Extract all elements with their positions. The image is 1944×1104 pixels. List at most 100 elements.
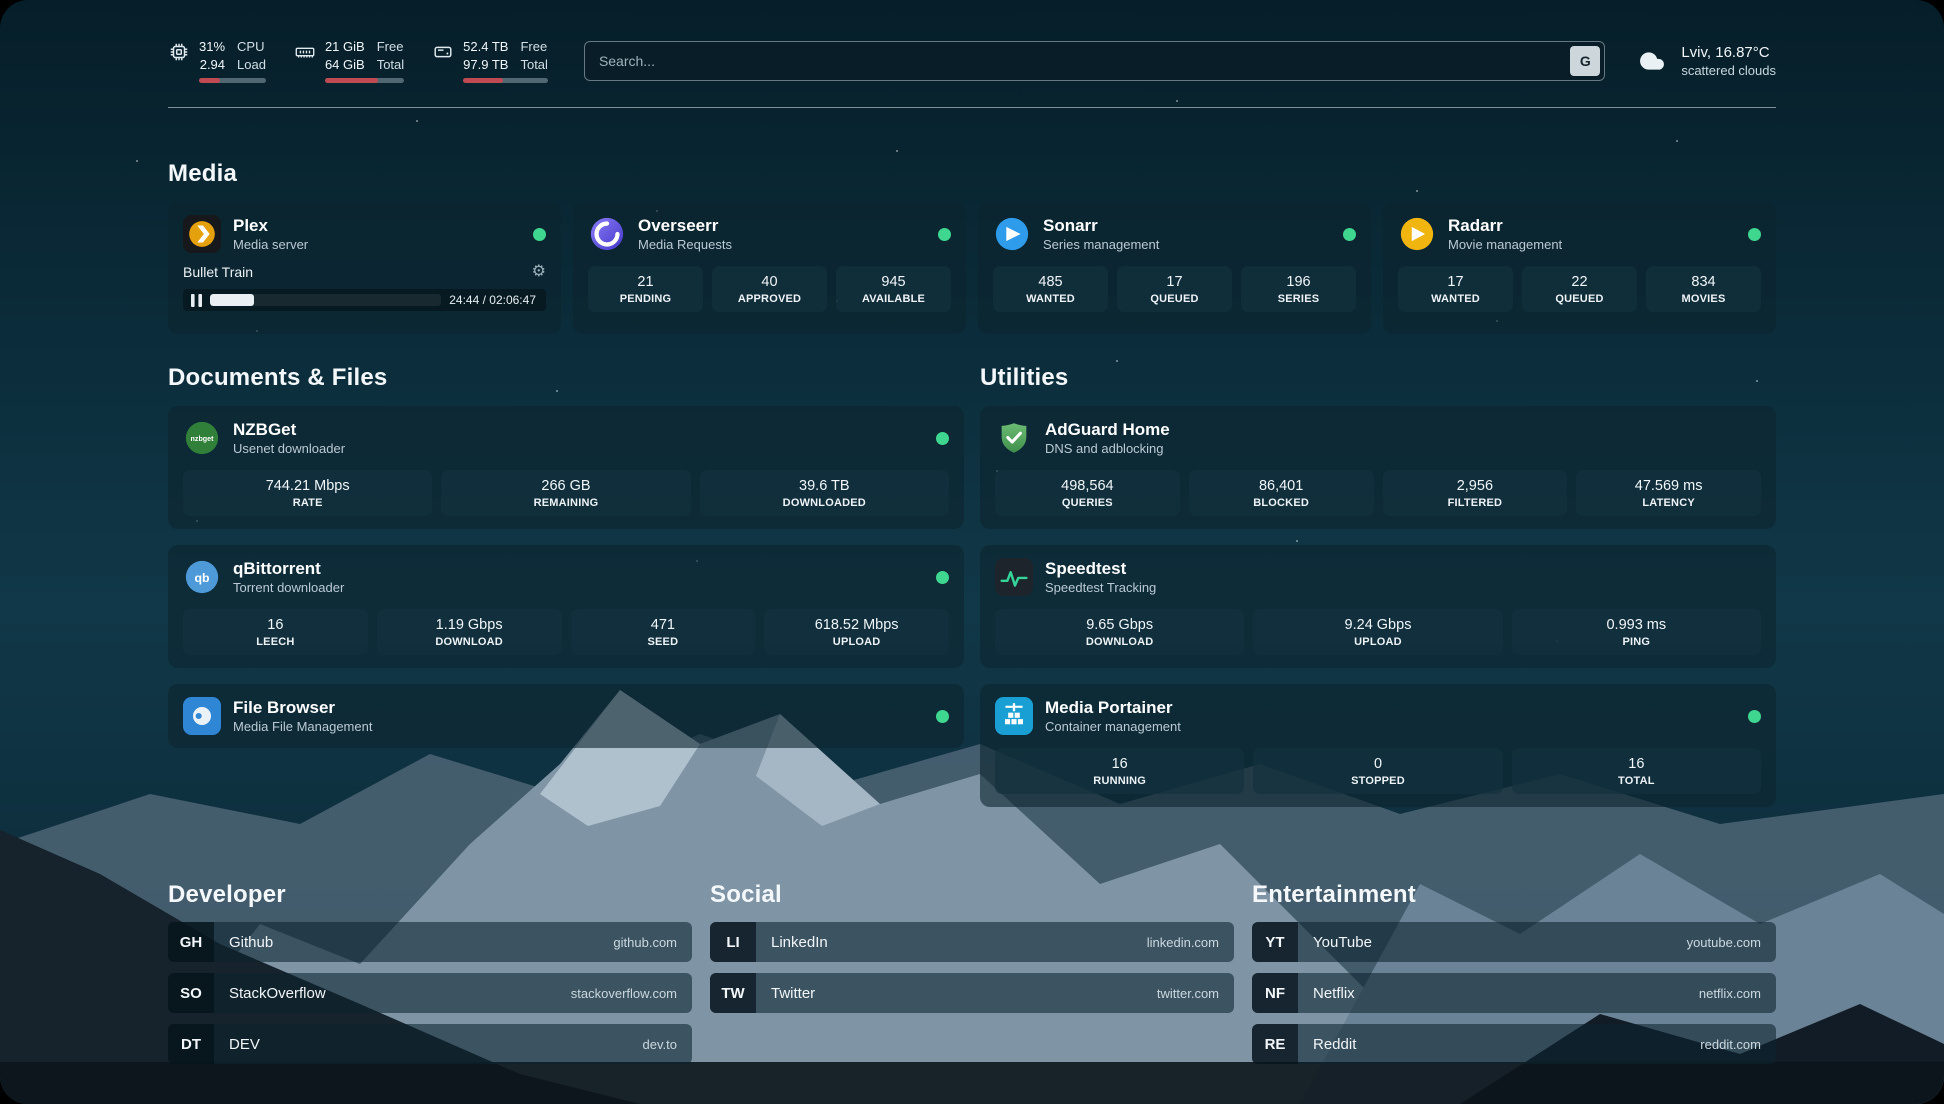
qbittorrent-card[interactable]: qb qBittorrent Torrent downloader 16 bbox=[168, 545, 964, 668]
bookmark-dev[interactable]: DT DEV dev.to bbox=[168, 1024, 692, 1064]
stat-tile: 618.52 Mbps UPLOAD bbox=[764, 609, 949, 655]
svg-text:qb: qb bbox=[194, 571, 210, 585]
app-name: Sonarr bbox=[1043, 216, 1159, 236]
status-indicator bbox=[533, 228, 546, 241]
stat-tile: 485 WANTED bbox=[993, 266, 1108, 312]
weather-widget: Lviv, 16.87°C scattered clouds bbox=[1635, 44, 1776, 78]
bookmark-abbr: YT bbox=[1252, 922, 1298, 962]
bookmark-name: Twitter bbox=[771, 985, 815, 1002]
memory-progress-fill bbox=[325, 78, 378, 83]
utilities-section: Utilities AdGuard bbox=[980, 364, 1776, 807]
app-subtitle: Movie management bbox=[1448, 237, 1562, 252]
bookmark-domain: youtube.com bbox=[1687, 935, 1761, 950]
bookmark-abbr: NF bbox=[1252, 973, 1298, 1013]
nzbget-card[interactable]: nzbget NZBGet Usenet downloader 744.21 M… bbox=[168, 406, 964, 529]
memory-total-label: Total bbox=[377, 56, 404, 74]
app-subtitle: Series management bbox=[1043, 237, 1159, 252]
stat-tile: 40 APPROVED bbox=[712, 266, 827, 312]
section-title-entertainment: Entertainment bbox=[1252, 881, 1776, 909]
stat-tile: 39.6 TB DOWNLOADED bbox=[700, 470, 949, 516]
cpu-load-value: 2.94 bbox=[200, 56, 225, 74]
app-subtitle: DNS and adblocking bbox=[1045, 441, 1170, 456]
section-title-media: Media bbox=[168, 160, 1776, 188]
bookmark-group-social: Social LI LinkedIn linkedin.com TW Twitt… bbox=[710, 881, 1234, 1013]
status-indicator bbox=[1748, 228, 1761, 241]
stat-tile: 266 GB REMAINING bbox=[441, 470, 690, 516]
app-name: Speedtest bbox=[1045, 559, 1156, 579]
section-title-developer: Developer bbox=[168, 881, 692, 909]
stat-tile: 0 STOPPED bbox=[1253, 748, 1502, 794]
app-name: Media Portainer bbox=[1045, 698, 1181, 718]
bookmark-netflix[interactable]: NF Netflix netflix.com bbox=[1252, 973, 1776, 1013]
plex-card[interactable]: Plex Media server Bullet Train ⚙ bbox=[168, 202, 561, 334]
status-indicator bbox=[1343, 228, 1356, 241]
bookmark-twitter[interactable]: TW Twitter twitter.com bbox=[710, 973, 1234, 1013]
gear-icon[interactable]: ⚙ bbox=[532, 264, 546, 280]
stat-tile: 9.65 Gbps DOWNLOAD bbox=[995, 609, 1244, 655]
disk-progress-fill bbox=[463, 78, 503, 83]
playback-bar[interactable]: 24:44 / 02:06:47 bbox=[183, 289, 546, 311]
bookmark-domain: github.com bbox=[613, 935, 677, 950]
sonarr-icon bbox=[993, 215, 1031, 253]
portainer-card[interactable]: Media Portainer Container management 16 … bbox=[980, 684, 1776, 807]
bookmark-abbr: LI bbox=[710, 922, 756, 962]
radarr-icon bbox=[1398, 215, 1436, 253]
app-subtitle: Torrent downloader bbox=[233, 580, 344, 595]
bookmark-reddit[interactable]: RE Reddit reddit.com bbox=[1252, 1024, 1776, 1064]
speedtest-icon bbox=[995, 558, 1033, 596]
bookmark-group-developer: Developer GH Github github.com SO StackO… bbox=[168, 881, 692, 1064]
bookmark-abbr: SO bbox=[168, 973, 214, 1013]
stat-tile: 86,401 BLOCKED bbox=[1189, 470, 1374, 516]
topbar: 31% 2.94 CPU Load bbox=[168, 38, 1776, 83]
app-name: Radarr bbox=[1448, 216, 1562, 236]
sonarr-card[interactable]: Sonarr Series management 485 WANTED 17 Q… bbox=[978, 202, 1371, 334]
app-subtitle: Media server bbox=[233, 237, 308, 252]
app-name: NZBGet bbox=[233, 420, 345, 440]
bookmark-github[interactable]: GH Github github.com bbox=[168, 922, 692, 962]
radarr-card[interactable]: Radarr Movie management 17 WANTED 22 QUE… bbox=[1383, 202, 1776, 334]
stat-tile: 47.569 ms LATENCY bbox=[1576, 470, 1761, 516]
search-engine-button[interactable]: G bbox=[1570, 46, 1600, 76]
svg-text:nzbget: nzbget bbox=[191, 435, 215, 443]
stat-tile: 2,956 FILTERED bbox=[1383, 470, 1568, 516]
filebrowser-card[interactable]: File Browser Media File Management bbox=[168, 684, 964, 748]
bookmark-abbr: GH bbox=[168, 922, 214, 962]
documents-section: Documents & Files nzbget NZBGet Usenet d… bbox=[168, 364, 964, 807]
bookmark-name: LinkedIn bbox=[771, 934, 828, 951]
stat-tile: 945 AVAILABLE bbox=[836, 266, 951, 312]
disk-widget: 52.4 TB 97.9 TB Free Total bbox=[432, 38, 548, 83]
bookmark-stackoverflow[interactable]: SO StackOverflow stackoverflow.com bbox=[168, 973, 692, 1013]
app-subtitle: Usenet downloader bbox=[233, 441, 345, 456]
stat-tile: 196 SERIES bbox=[1241, 266, 1356, 312]
weather-condition: scattered clouds bbox=[1681, 63, 1776, 78]
weather-location: Lviv, 16.87°C bbox=[1681, 44, 1776, 61]
app-name: Plex bbox=[233, 216, 308, 236]
playback-progress-track[interactable] bbox=[210, 294, 441, 306]
bookmark-name: YouTube bbox=[1313, 934, 1372, 951]
bookmark-name: Reddit bbox=[1313, 1036, 1356, 1053]
disk-free-label: Free bbox=[520, 38, 547, 56]
status-indicator bbox=[1748, 710, 1761, 723]
overseerr-card[interactable]: Overseerr Media Requests 21 PENDING 40 A… bbox=[573, 202, 966, 334]
playback-time: 24:44 / 02:06:47 bbox=[449, 293, 536, 307]
disk-icon bbox=[432, 41, 454, 63]
bookmark-abbr: DT bbox=[168, 1024, 214, 1064]
memory-total-value: 64 GiB bbox=[325, 56, 365, 74]
playback-progress-fill bbox=[210, 294, 254, 306]
bookmark-abbr: RE bbox=[1252, 1024, 1298, 1064]
speedtest-card[interactable]: Speedtest Speedtest Tracking 9.65 Gbps D… bbox=[980, 545, 1776, 668]
pause-icon[interactable] bbox=[191, 294, 202, 307]
adguard-card[interactable]: AdGuard Home DNS and adblocking 498,564 … bbox=[980, 406, 1776, 529]
memory-free-value: 21 GiB bbox=[325, 38, 365, 56]
stat-tile: 0.993 ms PING bbox=[1512, 609, 1761, 655]
search-bar: G bbox=[584, 41, 1605, 81]
cpu-icon bbox=[168, 41, 190, 63]
status-indicator bbox=[936, 571, 949, 584]
now-playing-title: Bullet Train bbox=[183, 264, 253, 280]
app-name: qBittorrent bbox=[233, 559, 344, 579]
app-subtitle: Speedtest Tracking bbox=[1045, 580, 1156, 595]
bookmark-linkedin[interactable]: LI LinkedIn linkedin.com bbox=[710, 922, 1234, 962]
cpu-label: CPU bbox=[237, 38, 266, 56]
search-input[interactable] bbox=[584, 41, 1605, 81]
bookmark-youtube[interactable]: YT YouTube youtube.com bbox=[1252, 922, 1776, 962]
